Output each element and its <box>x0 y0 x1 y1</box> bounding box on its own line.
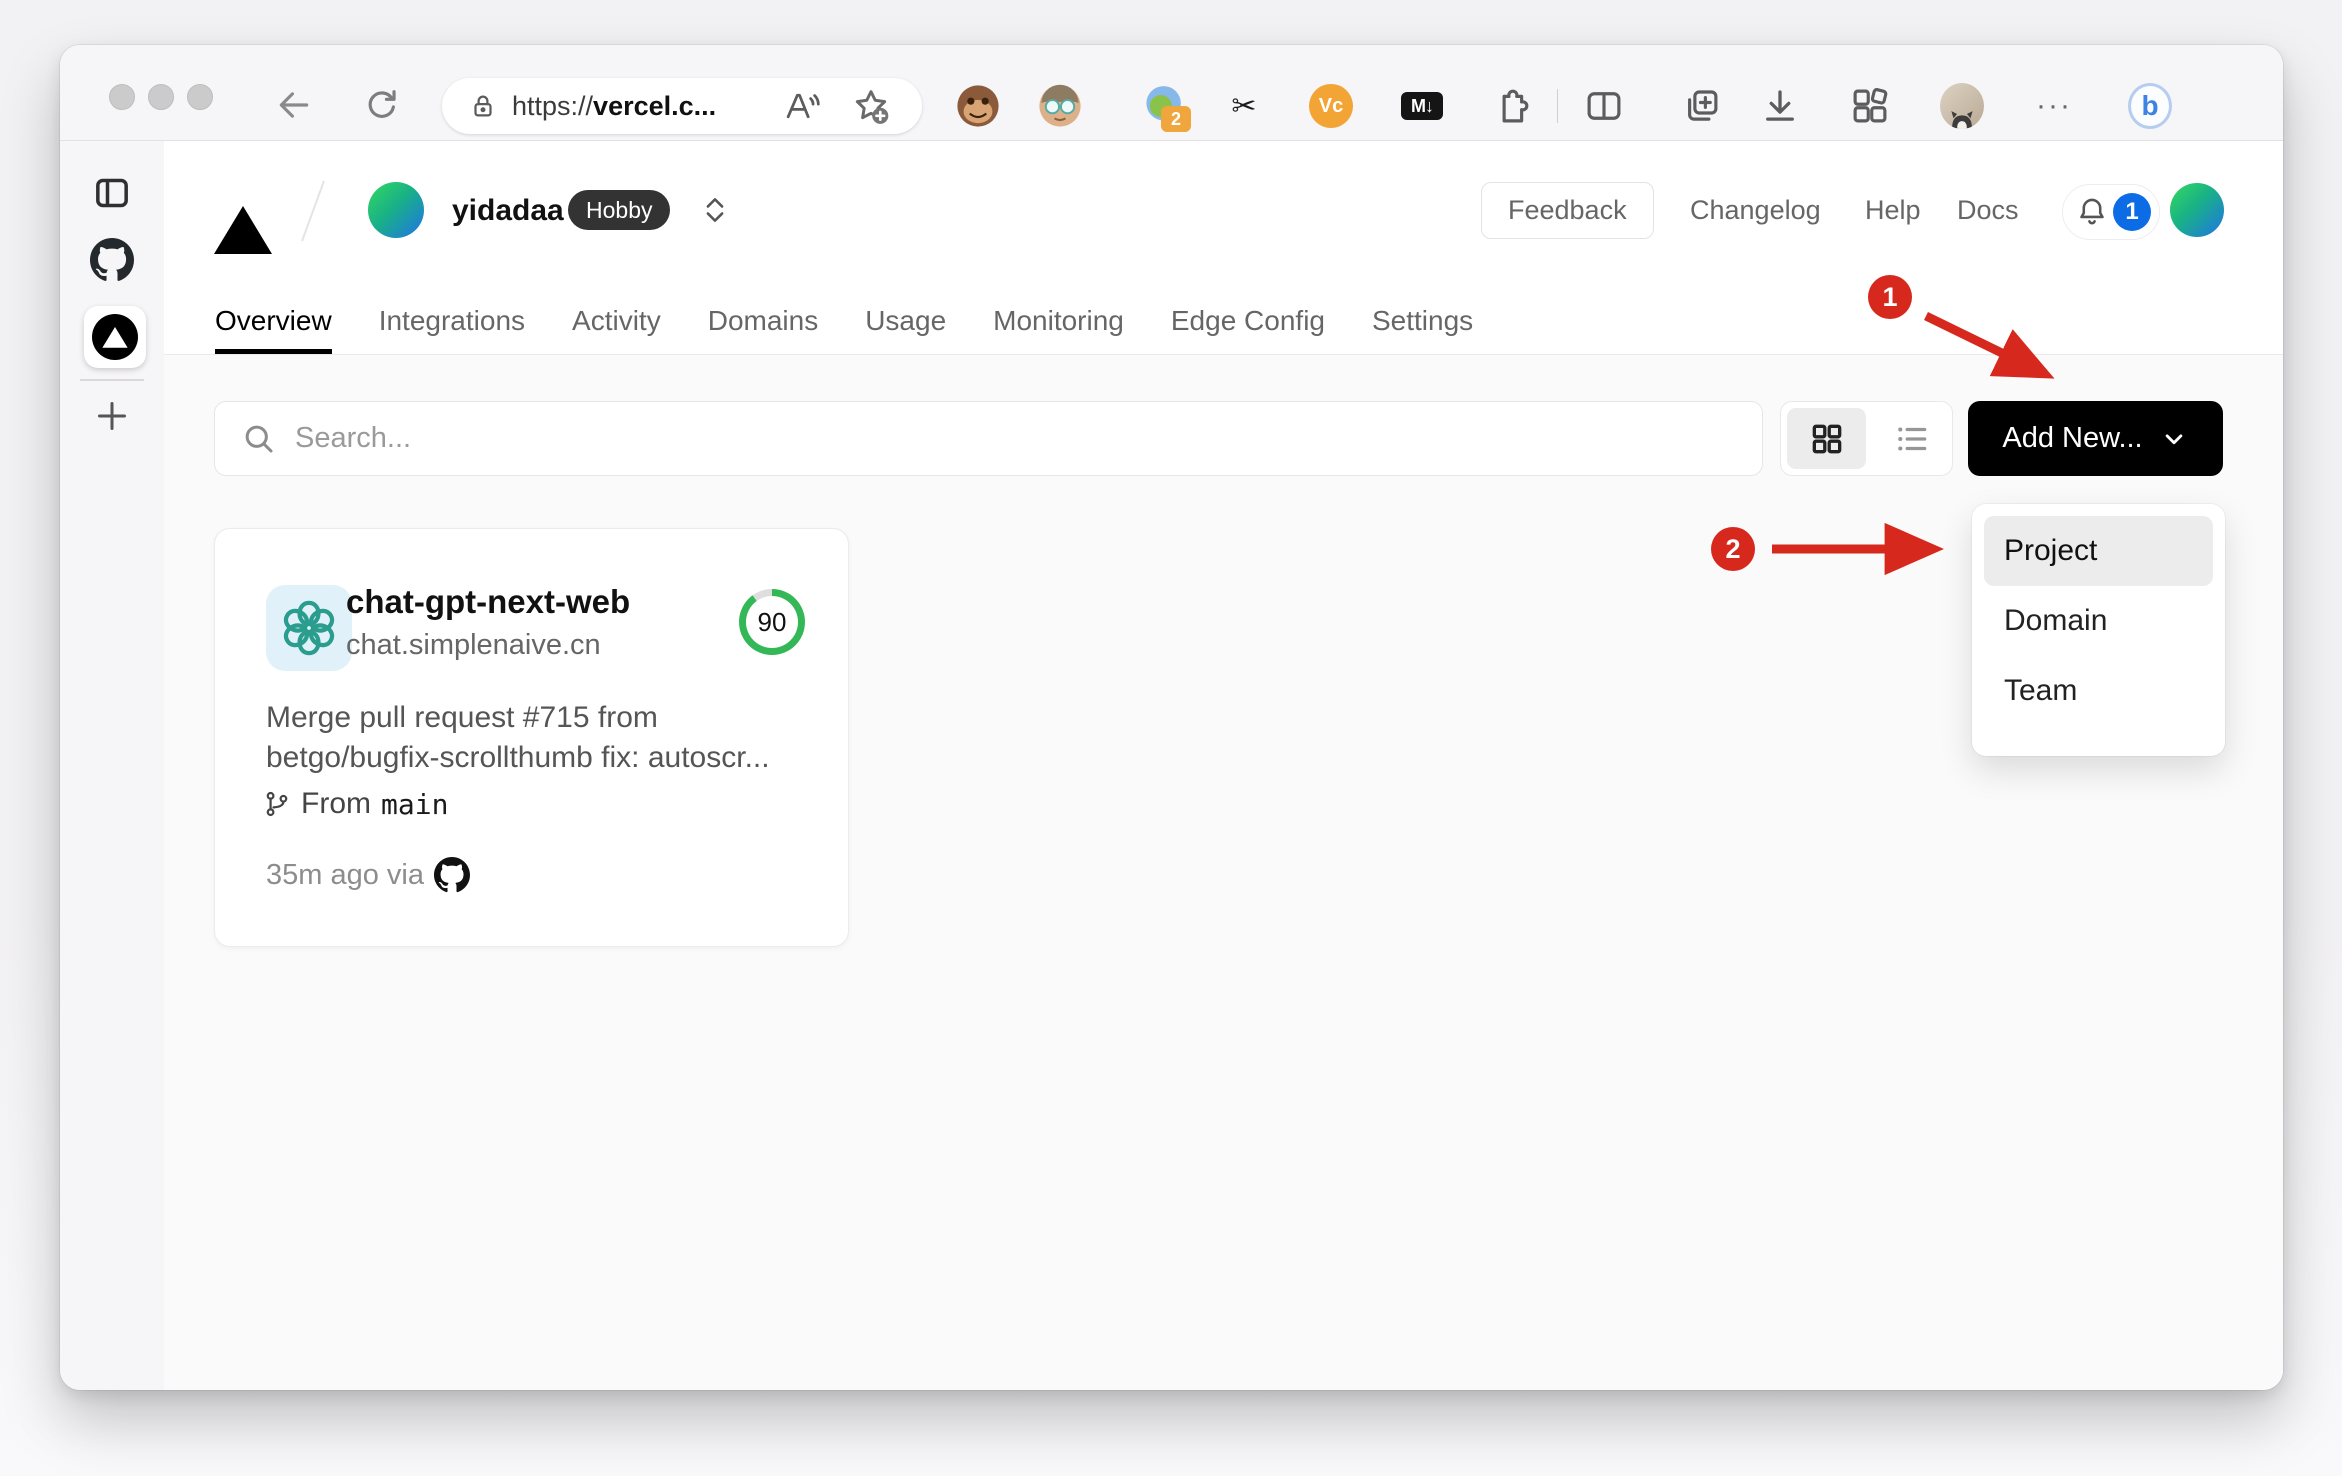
tab-overview[interactable]: Overview <box>215 292 332 354</box>
commit-message-line2: betgo/bugfix-scrollthumb fix: autoscr... <box>266 741 770 774</box>
split-screen-icon[interactable] <box>1582 84 1626 128</box>
profile-avatar[interactable] <box>1940 83 1984 129</box>
window-close-button[interactable] <box>109 84 135 110</box>
project-name: chat-gpt-next-web <box>346 583 631 620</box>
branch-row: From main <box>263 787 448 821</box>
bing-chat-icon[interactable]: b <box>2128 83 2172 129</box>
search-icon <box>241 421 277 457</box>
browser-window: https://vercel.c... 2 ✂ Vc M↓ ··· b yida… <box>60 45 2283 1390</box>
score-value: 90 <box>746 596 798 648</box>
sidebar-divider <box>80 379 144 381</box>
changelog-link[interactable]: Changelog <box>1690 182 1821 239</box>
add-new-menu: Project Domain Team <box>1972 504 2225 756</box>
dashboard-tabs: Overview Integrations Activity Domains U… <box>215 292 1473 354</box>
collections-icon[interactable] <box>1679 84 1723 128</box>
tab-activity[interactable]: Activity <box>572 292 661 354</box>
menu-item-team[interactable]: Team <box>1984 656 2213 726</box>
project-search <box>214 401 1763 476</box>
search-input[interactable] <box>293 421 1762 456</box>
view-toggle <box>1780 401 1953 476</box>
avatar-extension-icon[interactable] <box>1038 84 1082 128</box>
url-text: https://vercel.c... <box>512 90 717 121</box>
browser-toolbar: https://vercel.c... 2 ✂ Vc M↓ ··· b <box>60 45 2283 141</box>
branch-name: main <box>381 787 449 821</box>
tampermonkey-extension-icon[interactable] <box>956 84 1000 128</box>
vc-extension-icon[interactable]: Vc <box>1309 84 1353 128</box>
list-view-icon <box>1897 426 1926 451</box>
user-avatar[interactable] <box>2170 183 2224 237</box>
grid-view-icon <box>1812 424 1841 453</box>
tab-domains[interactable]: Domains <box>708 292 818 354</box>
scissors-extension-icon[interactable]: ✂ <box>1222 84 1266 128</box>
help-link[interactable]: Help <box>1865 182 1921 239</box>
cat-avatar-image <box>1940 83 1984 129</box>
new-tab-button[interactable] <box>60 396 164 436</box>
favorites-star-icon[interactable] <box>850 85 892 127</box>
add-new-button[interactable]: Add New... <box>1968 401 2223 476</box>
more-menu-icon[interactable]: ··· <box>2032 84 2076 128</box>
markdown-extension-icon[interactable]: M↓ <box>1400 84 1444 128</box>
menu-item-domain[interactable]: Domain <box>1984 586 2213 656</box>
vertical-tabs-sidebar <box>60 141 165 1390</box>
window-minimize-button[interactable] <box>148 84 174 110</box>
vercel-tab-active[interactable] <box>84 306 146 368</box>
git-branch-icon <box>266 791 288 817</box>
lock-icon <box>468 91 498 121</box>
extensions-puzzle-icon[interactable] <box>1490 84 1534 128</box>
breadcrumb-slash <box>301 180 325 242</box>
project-favicon <box>266 585 352 671</box>
bell-icon <box>2080 198 2104 225</box>
vercel-logo[interactable] <box>214 189 272 254</box>
plan-badge: Hobby <box>568 190 671 230</box>
downloads-icon[interactable] <box>1758 84 1802 128</box>
tab-settings[interactable]: Settings <box>1372 292 1473 354</box>
page-content: yidadaa Hobby Feedback Changelog Help Do… <box>164 141 2283 1390</box>
project-domain[interactable]: chat.simplenaive.cn <box>346 629 601 662</box>
github-tab-icon[interactable] <box>60 238 164 282</box>
toolbar-divider <box>1557 89 1558 123</box>
github-icon <box>434 857 470 893</box>
team-switcher-chevrons-icon[interactable] <box>702 194 728 231</box>
vercel-favicon <box>92 314 138 360</box>
tab-edge-config[interactable]: Edge Config <box>1171 292 1325 354</box>
extension-badge: 2 <box>1161 106 1191 132</box>
address-bar[interactable]: https://vercel.c... <box>442 78 922 134</box>
vercel-header: yidadaa Hobby Feedback Changelog Help Do… <box>164 141 2283 355</box>
proxy-extension-icon[interactable]: 2 <box>1143 84 1191 132</box>
team-name[interactable]: yidadaa <box>452 194 564 228</box>
notifications-button[interactable]: 1 <box>2062 184 2160 240</box>
tab-integrations[interactable]: Integrations <box>379 292 525 354</box>
grid-view-button[interactable] <box>1787 408 1866 469</box>
notification-count-badge: 1 <box>2113 193 2151 231</box>
window-zoom-button[interactable] <box>187 84 213 110</box>
deployment-meta: 35m ago via <box>266 857 470 893</box>
tab-monitoring[interactable]: Monitoring <box>993 292 1124 354</box>
menu-item-project[interactable]: Project <box>1984 516 2213 586</box>
openai-logo-icon <box>283 600 335 656</box>
read-aloud-icon[interactable] <box>782 86 822 126</box>
score-ring: 90 <box>739 589 805 655</box>
docs-link[interactable]: Docs <box>1957 182 2019 239</box>
tab-usage[interactable]: Usage <box>865 292 946 354</box>
project-card[interactable]: chat-gpt-next-web chat.simplenaive.cn 90… <box>214 528 849 947</box>
back-icon[interactable] <box>274 85 314 125</box>
commit-message-line1: Merge pull request #715 from <box>266 701 658 734</box>
tab-panel-icon[interactable] <box>60 173 164 213</box>
team-avatar[interactable] <box>368 182 424 238</box>
feedback-button[interactable]: Feedback <box>1481 182 1654 239</box>
apps-launcher-icon[interactable] <box>1848 84 1892 128</box>
refresh-icon[interactable] <box>362 85 402 125</box>
list-view-button[interactable] <box>1872 408 1951 469</box>
chevron-down-icon <box>2165 433 2182 444</box>
